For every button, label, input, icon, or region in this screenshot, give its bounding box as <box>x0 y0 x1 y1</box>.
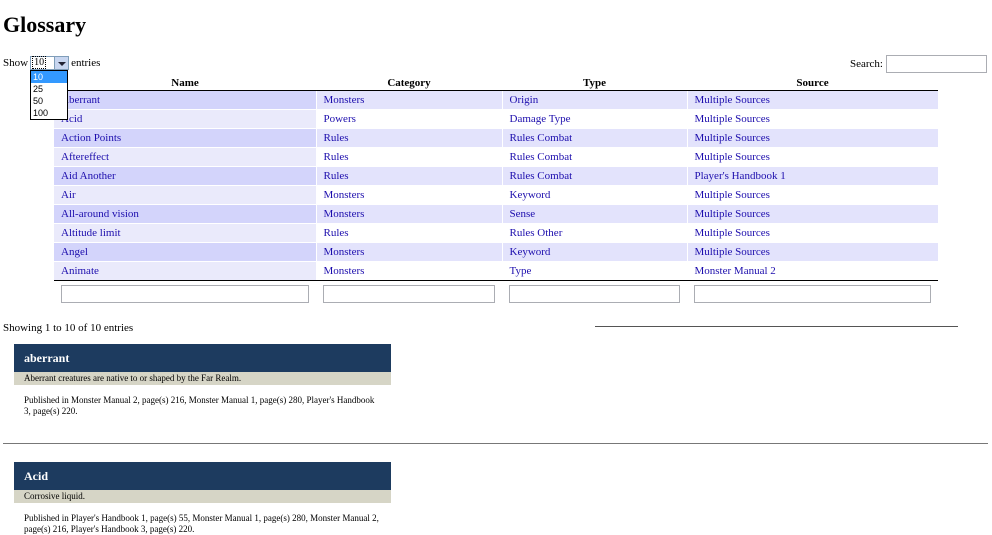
cell-category: Monsters <box>315 204 502 224</box>
detail-card-title: Acid <box>14 462 391 490</box>
cell-type: Keyword <box>501 242 687 262</box>
filter-cell <box>502 281 687 308</box>
cell-category: Rules <box>315 166 502 186</box>
cell-type: Rules Combat <box>501 147 687 167</box>
column-header-source[interactable]: Source <box>687 75 938 91</box>
cell-source: Multiple Sources <box>686 90 938 110</box>
table-row[interactable]: Acid Powers Damage Type Multiple Sources <box>54 109 938 129</box>
entries-label: entries <box>71 57 101 69</box>
table-row[interactable]: Air Monsters Keyword Multiple Sources <box>54 185 938 205</box>
pagination-divider <box>595 326 958 327</box>
cell-source: Player's Handbook 1 <box>686 166 938 186</box>
table-header-row: Name Category Type Source <box>54 75 938 91</box>
table-row[interactable]: Action Points Rules Rules Combat Multipl… <box>54 128 938 148</box>
cell-name[interactable]: Aberrant <box>54 90 316 110</box>
table-info: Showing 1 to 10 of 10 entries <box>3 322 134 334</box>
glossary-table: Name Category Type Source Aberrant Monst… <box>54 75 938 307</box>
cell-category: Monsters <box>315 185 502 205</box>
column-header-name[interactable]: Name <box>54 75 316 91</box>
column-header-category[interactable]: Category <box>316 75 502 91</box>
cell-source: Monster Manual 2 <box>686 261 938 281</box>
search-control: Search: <box>850 55 987 74</box>
show-label: Show <box>3 57 29 69</box>
filter-type-input[interactable] <box>509 285 680 303</box>
chevron-down-icon[interactable] <box>54 57 69 69</box>
cell-source: Multiple Sources <box>686 204 938 224</box>
entries-select-value: 10 <box>32 56 47 69</box>
cell-source: Multiple Sources <box>686 147 938 167</box>
filter-cell <box>316 281 502 308</box>
cell-name[interactable]: Altitude limit <box>54 223 316 243</box>
filter-cell <box>687 281 938 308</box>
cell-type: Sense <box>501 204 687 224</box>
entries-option[interactable]: 50 <box>31 95 67 107</box>
search-label: Search: <box>850 58 883 70</box>
cell-source: Multiple Sources <box>686 185 938 205</box>
page-title: Glossary <box>3 12 87 37</box>
cell-type: Keyword <box>501 185 687 205</box>
cell-name[interactable]: Aftereffect <box>54 147 316 167</box>
cell-type: Origin <box>501 90 687 110</box>
entries-option[interactable]: 10 <box>31 71 67 83</box>
cell-type: Type <box>501 261 687 281</box>
cell-name[interactable]: Air <box>54 185 316 205</box>
cell-name[interactable]: Acid <box>54 109 316 129</box>
detail-card-published: Published in Monster Manual 2, page(s) 2… <box>24 395 375 416</box>
cell-category: Monsters <box>315 242 502 262</box>
detail-card: Acid Corrosive liquid. Published in Play… <box>14 462 391 535</box>
table-row[interactable]: Aberrant Monsters Origin Multiple Source… <box>54 90 938 110</box>
cell-category: Rules <box>315 128 502 148</box>
filter-name-input[interactable] <box>61 285 309 303</box>
cell-category: Rules <box>315 223 502 243</box>
table-row[interactable]: Angel Monsters Keyword Multiple Sources <box>54 242 938 262</box>
cell-source: Multiple Sources <box>686 109 938 129</box>
cell-name[interactable]: Action Points <box>54 128 316 148</box>
table-row[interactable]: Aftereffect Rules Rules Combat Multiple … <box>54 147 938 167</box>
cell-source: Multiple Sources <box>686 223 938 243</box>
table-row[interactable]: Aid Another Rules Rules Combat Player's … <box>54 166 938 186</box>
table-row[interactable]: All-around vision Monsters Sense Multipl… <box>54 204 938 224</box>
entries-option[interactable]: 100 <box>31 107 67 119</box>
detail-card-flavor: Aberrant creatures are native to or shap… <box>14 372 391 385</box>
cell-name[interactable]: Aid Another <box>54 166 316 186</box>
filter-row <box>54 281 938 308</box>
entries-length-control: Show 10 entries <box>3 56 100 70</box>
cell-name[interactable]: Angel <box>54 242 316 262</box>
filter-source-input[interactable] <box>694 285 931 303</box>
cell-source: Multiple Sources <box>686 128 938 148</box>
cell-name[interactable]: All-around vision <box>54 204 316 224</box>
section-divider <box>3 443 988 444</box>
detail-card-published: Published in Player's Handbook 1, page(s… <box>24 513 379 534</box>
entries-dropdown-list: 10 25 50 100 <box>30 70 68 120</box>
table-row[interactable]: Animate Monsters Type Monster Manual 2 <box>54 261 938 281</box>
cell-category: Powers <box>315 109 502 129</box>
cell-type: Damage Type <box>501 109 687 129</box>
detail-card: aberrant Aberrant creatures are native t… <box>14 344 391 417</box>
cell-type: Rules Other <box>501 223 687 243</box>
search-input[interactable] <box>886 55 987 73</box>
cell-type: Rules Combat <box>501 128 687 148</box>
detail-card-title: aberrant <box>14 344 391 372</box>
cell-type: Rules Combat <box>501 166 687 186</box>
detail-card-flavor: Corrosive liquid. <box>14 490 391 503</box>
entries-option[interactable]: 25 <box>31 83 67 95</box>
table-row[interactable]: Altitude limit Rules Rules Other Multipl… <box>54 223 938 243</box>
column-header-type[interactable]: Type <box>502 75 687 91</box>
entries-select[interactable]: 10 <box>30 56 70 70</box>
filter-cell <box>54 281 316 308</box>
cell-category: Monsters <box>315 261 502 281</box>
filter-category-input[interactable] <box>323 285 495 303</box>
cell-name[interactable]: Animate <box>54 261 316 281</box>
cell-source: Multiple Sources <box>686 242 938 262</box>
cell-category: Rules <box>315 147 502 167</box>
cell-category: Monsters <box>315 90 502 110</box>
